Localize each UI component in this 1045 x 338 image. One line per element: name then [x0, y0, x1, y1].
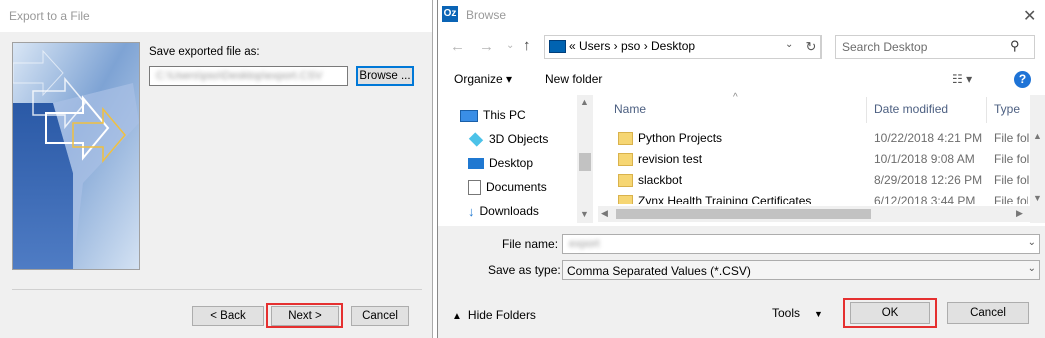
tools-menu[interactable]: Tools ▼	[772, 306, 823, 320]
new-folder-button[interactable]: New folder	[545, 72, 602, 86]
browse-dialog: Oz Browse ✕ ← → ⌄ ↑ « Users › pso › Desk…	[437, 0, 1045, 338]
chevron-up-icon: ▲	[452, 311, 462, 322]
refresh-button[interactable]: ↻	[801, 35, 822, 59]
dropdown-arrow-icon: ▼	[814, 309, 823, 319]
wizard-arrows-image	[13, 43, 139, 269]
folder-icon	[618, 132, 633, 145]
export-dialog-title: Export to a File	[9, 9, 90, 23]
file-row[interactable]: revision test 10/1/2018 9:08 AM File fol	[598, 150, 1030, 171]
save-file-as-label: Save exported file as:	[149, 46, 260, 58]
save-options-panel: File name: export ⌄ Save as type: Comma …	[438, 226, 1045, 338]
file-row[interactable]: Python Projects 10/22/2018 4:21 PM File …	[598, 129, 1030, 150]
export-dialog: Export to a File Save exported file as: …	[0, 0, 433, 338]
search-placeholder: Search Desktop	[842, 40, 928, 54]
close-icon[interactable]: ✕	[1023, 6, 1036, 26]
export-path-field[interactable]: C:\Users\pso\Desktop\export.CSV	[149, 66, 348, 86]
outlook-app-icon: Oz	[442, 6, 458, 22]
organize-menu[interactable]: Organize ▾	[454, 72, 512, 86]
file-date: 8/29/2018 12:26 PM	[874, 173, 983, 187]
column-header-date[interactable]: Date modified	[874, 102, 948, 116]
back-button[interactable]: < Back	[192, 306, 264, 326]
scroll-up-arrow-icon[interactable]: ▲	[580, 97, 589, 107]
file-date: 10/22/2018 4:21 PM	[874, 131, 983, 145]
back-arrow-icon[interactable]: ←	[450, 38, 465, 55]
ok-button-highlight	[843, 298, 937, 328]
scroll-right-arrow-icon[interactable]: ▶	[1016, 208, 1023, 219]
divider	[12, 289, 422, 290]
search-icon[interactable]: ⚲	[1010, 38, 1020, 54]
scroll-thumb[interactable]	[579, 153, 591, 171]
documents-icon	[468, 180, 481, 196]
file-name: revision test	[638, 152, 703, 166]
cancel-button[interactable]: Cancel	[351, 306, 409, 326]
this-pc-icon	[549, 40, 566, 53]
vertical-scrollbar[interactable]: ▲ ▼	[1030, 95, 1045, 223]
column-separator	[866, 97, 867, 123]
navigation-pane: This PC 3D Objects Desktop Documents ↓ Do…	[438, 95, 593, 225]
browse-button[interactable]: Browse ...	[356, 66, 414, 86]
file-type: File fol	[994, 152, 1030, 166]
browse-cancel-button[interactable]: Cancel	[947, 302, 1029, 324]
export-titlebar: Export to a File	[0, 0, 432, 32]
nav-item-desktop[interactable]: Desktop	[468, 156, 533, 170]
file-type: File fol	[994, 173, 1030, 187]
column-separator	[986, 97, 987, 123]
save-as-type-label: Save as type:	[488, 263, 561, 277]
nav-item-3d-objects[interactable]: 3D Objects	[468, 132, 548, 148]
view-options-icon[interactable]: ☷ ▾	[952, 72, 972, 86]
chevron-down-icon[interactable]: ⌄	[1028, 237, 1036, 248]
file-date: 10/1/2018 9:08 AM	[874, 152, 975, 166]
file-name-value: export	[569, 238, 600, 250]
chevron-down-icon[interactable]: ⌄	[1028, 263, 1036, 274]
downloads-icon: ↓	[468, 204, 475, 220]
file-name-input[interactable]: export ⌄	[562, 234, 1040, 254]
scroll-down-arrow-icon[interactable]: ▼	[1033, 193, 1042, 203]
recent-dropdown-icon[interactable]: ⌄	[506, 40, 514, 51]
file-row[interactable]: slackbot 8/29/2018 12:26 PM File fol	[598, 171, 1030, 192]
file-date: 6/12/2018 3:44 PM	[874, 194, 976, 204]
folder-icon	[618, 153, 633, 166]
file-name-label: File name:	[502, 237, 559, 251]
folder-icon	[618, 195, 633, 204]
desktop-icon	[468, 158, 484, 170]
forward-arrow-icon[interactable]: →	[479, 38, 494, 55]
file-type: File fol	[994, 194, 1028, 204]
nav-item-this-pc[interactable]: This PC	[460, 108, 526, 122]
browse-dialog-title: Browse	[466, 8, 507, 22]
next-button-highlight	[266, 303, 343, 328]
file-type: File fol	[994, 131, 1030, 145]
nav-item-downloads[interactable]: ↓ Downloads	[468, 204, 539, 219]
scroll-left-arrow-icon[interactable]: ◀	[601, 208, 608, 219]
navigation-scrollbar[interactable]: ▲ ▼	[577, 95, 593, 223]
column-header-name[interactable]: Name	[614, 102, 646, 116]
nav-item-documents[interactable]: Documents	[468, 180, 547, 196]
sort-indicator-icon: ^	[733, 92, 738, 103]
help-icon[interactable]: ?	[1014, 71, 1031, 88]
cube-icon	[468, 132, 484, 148]
file-name: Python Projects	[638, 131, 723, 145]
up-arrow-icon[interactable]: ↑	[523, 37, 531, 54]
file-name: Zynx Health Training Certificates	[638, 194, 812, 204]
scroll-thumb[interactable]	[616, 209, 871, 219]
wizard-graphic	[12, 42, 140, 270]
address-dropdown-icon[interactable]: ⌄	[785, 39, 793, 50]
column-header-type[interactable]: Type	[994, 102, 1020, 116]
search-box[interactable]: Search Desktop ⚲	[835, 35, 1035, 59]
horizontal-scrollbar[interactable]: ◀ ▶	[598, 206, 1030, 222]
browse-toolbar: Organize ▾ New folder ☷ ▾ ?	[438, 67, 1045, 93]
save-as-type-select[interactable]: Comma Separated Values (*.CSV) ⌄	[562, 260, 1040, 280]
hide-folders-toggle[interactable]: ▲ Hide Folders	[452, 308, 536, 322]
save-as-type-value: Comma Separated Values (*.CSV)	[567, 264, 751, 278]
file-list: ^ Name Date modified Type Python Project…	[598, 92, 1045, 223]
address-bar[interactable]: « Users › pso › Desktop ⌄	[544, 35, 821, 59]
folder-icon	[618, 174, 633, 187]
scroll-up-arrow-icon[interactable]: ▲	[1033, 131, 1042, 141]
pc-icon	[460, 109, 478, 122]
export-path-value: C:\Users\pso\Desktop\export.CSV	[156, 70, 323, 82]
scroll-down-arrow-icon[interactable]: ▼	[580, 209, 589, 219]
address-path: « Users › pso › Desktop	[569, 39, 696, 53]
file-name: slackbot	[638, 173, 683, 187]
file-row[interactable]: Zynx Health Training Certificates 6/12/2…	[598, 192, 1028, 204]
